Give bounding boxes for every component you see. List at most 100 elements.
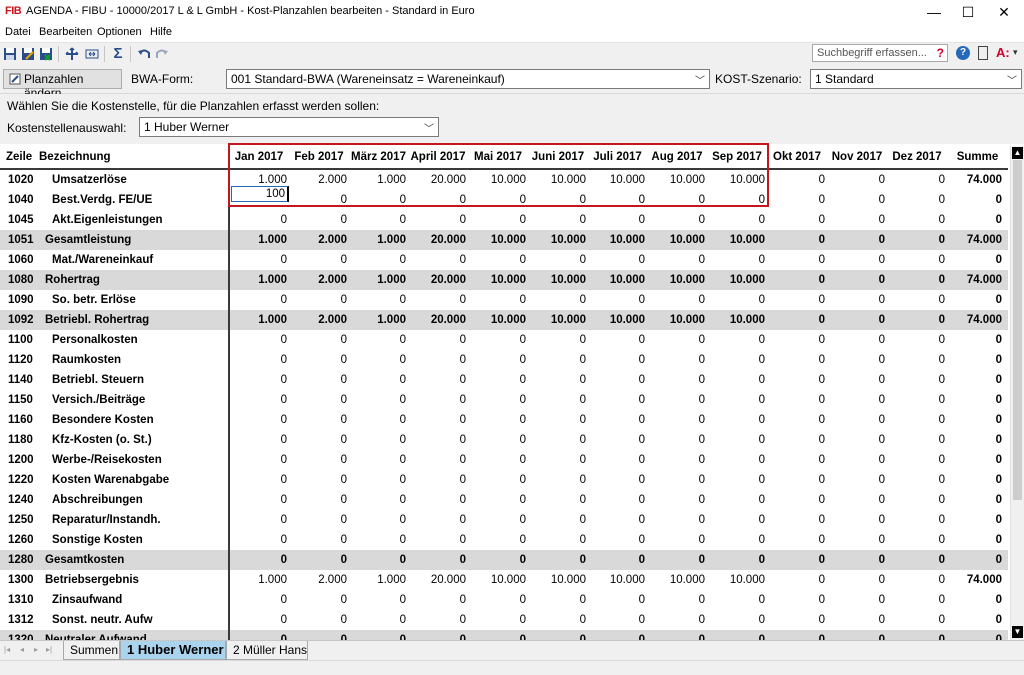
plan-cell[interactable]: 0 [588, 630, 647, 640]
plan-cell[interactable]: 0 [289, 490, 349, 510]
scroll-thumb[interactable] [1013, 160, 1022, 500]
plan-cell[interactable]: 0 [887, 310, 947, 330]
plan-cell[interactable]: 10.000 [707, 230, 767, 250]
plan-cell[interactable]: 0 [408, 250, 468, 270]
plan-cell[interactable]: 0 [887, 530, 947, 550]
plan-cell[interactable]: 0 [767, 270, 827, 290]
plan-cell[interactable]: 0 [289, 390, 349, 410]
plan-cell[interactable]: 0 [647, 430, 707, 450]
plan-cell[interactable]: 0 [647, 530, 707, 550]
plan-cell[interactable]: 0 [767, 230, 827, 250]
plan-cell[interactable]: 0 [229, 590, 289, 610]
prev-tab-icon[interactable]: ◂ [20, 645, 24, 654]
plan-cell[interactable]: 0 [349, 430, 408, 450]
plan-cell[interactable]: 0 [229, 290, 289, 310]
plan-cell[interactable]: 0 [767, 330, 827, 350]
plan-cell[interactable]: 0 [887, 270, 947, 290]
menu-bearbeiten[interactable]: Bearbeiten [39, 26, 92, 38]
plan-cell[interactable]: 0 [887, 450, 947, 470]
column-width-icon[interactable] [84, 46, 100, 61]
plan-cell[interactable]: 0 [528, 390, 588, 410]
plan-cell[interactable]: 0 [229, 490, 289, 510]
plan-cell[interactable]: 0 [468, 250, 528, 270]
scroll-up-icon[interactable]: ▲ [1012, 147, 1023, 159]
plan-cell[interactable]: 0 [289, 610, 349, 630]
kostenstelle-select[interactable]: 1 Huber Werner ﹀ [139, 117, 439, 137]
plan-cell[interactable]: 0 [827, 330, 887, 350]
plan-cell[interactable]: 0 [827, 169, 887, 190]
plan-cell[interactable]: 0 [827, 570, 887, 590]
plan-cell[interactable]: 10.000 [588, 270, 647, 290]
plan-cell[interactable]: 0 [408, 190, 468, 210]
plan-cell[interactable]: 0 [528, 610, 588, 630]
plan-cell[interactable]: 0 [468, 610, 528, 630]
plan-cell[interactable]: 20.000 [408, 270, 468, 290]
plan-cell[interactable]: 0 [827, 270, 887, 290]
vertical-scrollbar[interactable]: ▲ ▼ [1010, 146, 1024, 640]
plan-cell[interactable]: 0 [468, 390, 528, 410]
plan-cell[interactable]: 10.000 [707, 169, 767, 190]
plan-cell[interactable]: 0 [827, 630, 887, 640]
plan-cell[interactable]: 0 [767, 450, 827, 470]
plan-cell[interactable]: 0 [887, 230, 947, 250]
plan-cell[interactable]: 0 [468, 530, 528, 550]
plan-cell[interactable]: 2.000 [289, 570, 349, 590]
plan-cell[interactable]: 0 [229, 450, 289, 470]
plan-cell[interactable]: 0 [647, 470, 707, 490]
plan-cell[interactable]: 1.000 [229, 570, 289, 590]
plan-cell[interactable]: 0 [468, 330, 528, 350]
plan-cell[interactable]: 0 [468, 450, 528, 470]
plan-cell[interactable]: 0 [229, 510, 289, 530]
plan-cell[interactable]: 0 [528, 630, 588, 640]
plan-cell[interactable]: 0 [349, 370, 408, 390]
plan-cell[interactable]: 0 [647, 490, 707, 510]
save-close-icon[interactable] [38, 46, 54, 61]
plan-cell[interactable]: 0 [707, 370, 767, 390]
plan-cell[interactable]: 0 [887, 430, 947, 450]
plan-cell[interactable]: 10.000 [707, 570, 767, 590]
menu-datei[interactable]: Datei [5, 26, 31, 38]
plan-cell[interactable]: 10.000 [528, 230, 588, 250]
plan-cell[interactable]: 0 [767, 510, 827, 530]
plan-cell[interactable]: 0 [229, 330, 289, 350]
plan-cell[interactable]: 0 [588, 550, 647, 570]
plan-cell[interactable]: 0 [767, 410, 827, 430]
plan-cell[interactable]: 0 [349, 210, 408, 230]
plan-cell[interactable]: 0 [887, 410, 947, 430]
plan-cell[interactable]: 0 [229, 350, 289, 370]
redo-icon[interactable] [154, 46, 170, 61]
save-icon[interactable] [2, 46, 18, 61]
plan-cell[interactable]: 0 [229, 390, 289, 410]
plan-cell[interactable]: 0 [528, 290, 588, 310]
plan-cell[interactable]: 0 [229, 250, 289, 270]
plan-cell[interactable]: 0 [707, 530, 767, 550]
plan-cell[interactable]: 0 [468, 590, 528, 610]
plan-cell[interactable]: 0 [588, 610, 647, 630]
plan-cell[interactable]: 0 [767, 630, 827, 640]
plan-cell[interactable]: 0 [827, 430, 887, 450]
plan-cell[interactable]: 0 [528, 590, 588, 610]
plan-cell[interactable]: 0 [827, 610, 887, 630]
scroll-down-icon[interactable]: ▼ [1012, 626, 1023, 638]
plan-cell[interactable]: 0 [289, 410, 349, 430]
plan-cell[interactable]: 0 [767, 350, 827, 370]
plan-cell[interactable]: 0 [647, 390, 707, 410]
plan-cell[interactable]: 0 [289, 250, 349, 270]
plan-cell[interactable]: 0 [588, 490, 647, 510]
plan-cell[interactable]: 0 [827, 490, 887, 510]
plan-cell[interactable]: 10.000 [647, 310, 707, 330]
plan-cell[interactable]: 0 [707, 590, 767, 610]
calculator-icon[interactable] [978, 46, 988, 60]
plan-cell[interactable]: 10.000 [647, 169, 707, 190]
plan-cell[interactable]: 10.000 [468, 310, 528, 330]
first-tab-icon[interactable]: |◂ [4, 645, 10, 654]
plan-cell[interactable]: 0 [707, 330, 767, 350]
plan-cell[interactable]: 0 [647, 610, 707, 630]
plan-cell[interactable]: 0 [229, 370, 289, 390]
plan-cell[interactable]: 0 [707, 630, 767, 640]
search-input[interactable]: Suchbegriff erfassen... ? [812, 44, 948, 62]
plan-cell[interactable]: 0 [647, 190, 707, 210]
plan-cell[interactable]: 0 [528, 210, 588, 230]
plan-cell[interactable]: 0 [827, 250, 887, 270]
plan-cell[interactable]: 0 [229, 530, 289, 550]
